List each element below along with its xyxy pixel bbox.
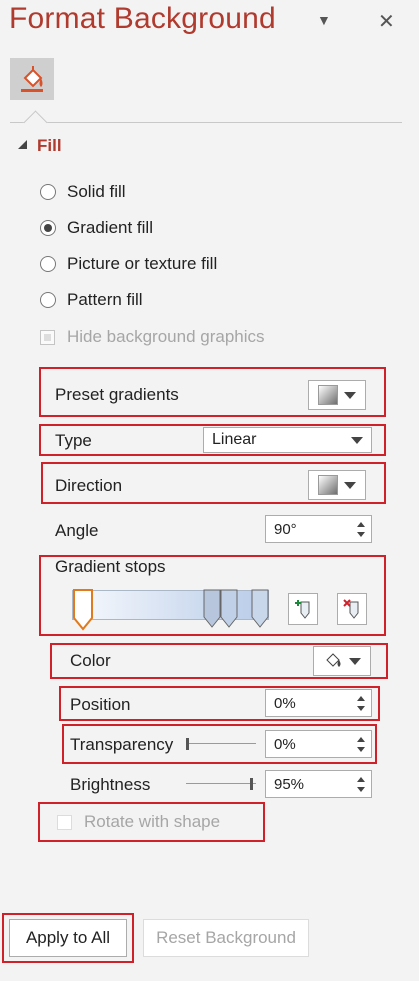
angle-label: Angle (55, 521, 99, 540)
transparency-spinner[interactable]: 0% (265, 730, 372, 758)
fill-line-tab[interactable] (10, 58, 54, 100)
reset-background-button[interactable]: Reset Background (143, 919, 309, 957)
pattern-fill-option[interactable]: Pattern fill (40, 290, 143, 310)
brightness-value: 95% (274, 775, 305, 793)
remove-gradient-stop-button[interactable] (337, 593, 367, 625)
rotate-with-shape-label: Rotate with shape (84, 812, 221, 831)
transparency-value: 0% (274, 735, 296, 753)
spin-arrows-icon[interactable] (357, 736, 365, 752)
fill-section-label: Fill (37, 136, 62, 155)
apply-to-all-button[interactable]: Apply to All (9, 919, 127, 957)
angle-value: 90° (274, 520, 297, 538)
transparency-slider[interactable] (186, 737, 256, 751)
chevron-down-icon (351, 436, 363, 444)
solid-fill-option[interactable]: Solid fill (40, 182, 126, 202)
gradient-fill-label: Gradient fill (67, 218, 153, 237)
gradient-stop-1[interactable] (72, 588, 94, 632)
gradient-fill-option[interactable]: Gradient fill (40, 218, 153, 238)
type-value: Linear (212, 431, 257, 448)
collapse-triangle-icon (18, 140, 27, 150)
close-icon[interactable]: ✕ (378, 9, 395, 34)
tab-divider (10, 122, 402, 123)
gradient-stops-bar[interactable] (72, 590, 269, 620)
hide-background-graphics-option[interactable]: Hide background graphics (40, 327, 265, 347)
tab-indicator (23, 110, 48, 135)
radio-selected-dot (44, 224, 52, 232)
preset-gradients-button[interactable] (308, 380, 366, 410)
pane-title: Format Background (9, 2, 276, 35)
pattern-fill-radio[interactable] (40, 292, 56, 308)
rotate-with-shape-checkbox[interactable] (57, 814, 72, 830)
gradient-swatch-icon (318, 475, 338, 495)
position-value: 0% (274, 694, 296, 712)
spin-arrows-icon[interactable] (357, 695, 365, 711)
transparency-label: Transparency (70, 735, 174, 754)
chevron-down-icon (344, 391, 356, 399)
color-label: Color (70, 651, 111, 670)
chevron-down-icon (344, 481, 356, 489)
picture-fill-option[interactable]: Picture or texture fill (40, 254, 217, 274)
spin-arrows-icon[interactable] (357, 776, 365, 792)
picture-fill-radio[interactable] (40, 256, 56, 272)
paint-bucket-icon (326, 653, 341, 667)
chevron-down-icon (349, 657, 361, 665)
transparency-slider-thumb[interactable] (186, 738, 189, 750)
rotate-with-shape-option[interactable]: Rotate with shape (57, 812, 220, 832)
gradient-stop-4[interactable] (251, 589, 269, 629)
brightness-label: Brightness (70, 775, 151, 794)
task-pane-options-icon[interactable]: ▼ (317, 12, 331, 28)
picture-fill-label: Picture or texture fill (67, 254, 218, 273)
solid-fill-radio[interactable] (40, 184, 56, 200)
brightness-slider-thumb[interactable] (250, 778, 253, 790)
pattern-fill-label: Pattern fill (67, 290, 143, 309)
type-label: Type (55, 431, 92, 450)
gradient-fill-radio[interactable] (40, 220, 56, 236)
brightness-slider[interactable] (186, 777, 256, 791)
fill-bucket-icon (21, 66, 43, 92)
angle-spinner[interactable]: 90° (265, 515, 372, 543)
gradient-stop-3[interactable] (220, 589, 238, 629)
preset-gradients-label: Preset gradients (55, 385, 179, 404)
solid-fill-label: Solid fill (67, 182, 126, 201)
remove-gradient-stop-icon (343, 599, 359, 619)
spin-arrows-icon[interactable] (357, 521, 365, 537)
fill-section-header[interactable]: Fill (18, 136, 62, 156)
position-spinner[interactable]: 0% (265, 689, 372, 717)
gradient-stop-2[interactable] (203, 589, 221, 629)
gradient-stops-label: Gradient stops (55, 557, 166, 576)
gradient-swatch-icon (318, 385, 338, 405)
type-dropdown[interactable]: Linear (203, 427, 372, 453)
direction-label: Direction (55, 476, 123, 495)
brightness-spinner[interactable]: 95% (265, 770, 372, 798)
add-gradient-stop-button[interactable] (288, 593, 318, 625)
hide-background-graphics-checkbox[interactable] (40, 329, 55, 345)
hide-background-graphics-label: Hide background graphics (67, 327, 265, 346)
position-label: Position (70, 695, 131, 714)
color-button[interactable] (313, 646, 371, 676)
direction-button[interactable] (308, 470, 366, 500)
add-gradient-stop-icon (295, 600, 310, 619)
